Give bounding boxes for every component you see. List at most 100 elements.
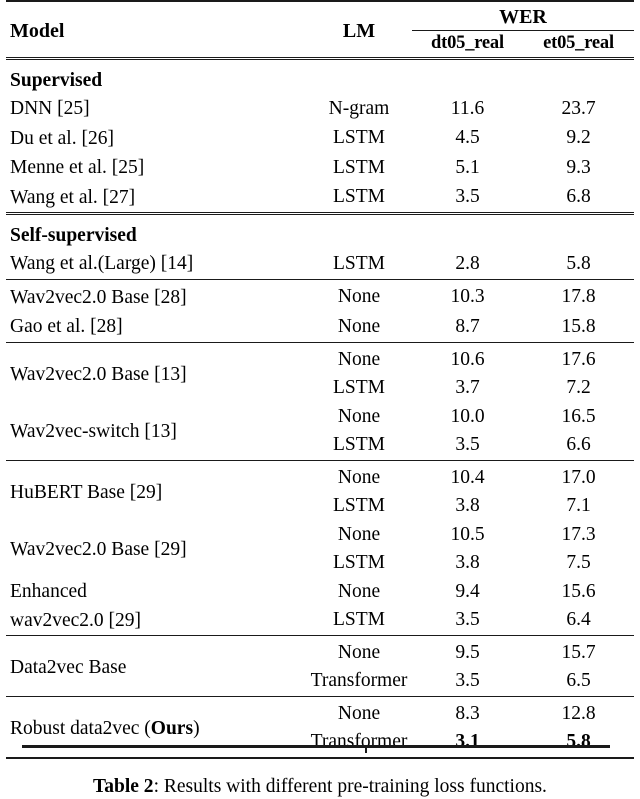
model-name-ours: Ours: [150, 717, 194, 739]
cell-model: Wav2vec-switch [13]: [10, 420, 177, 442]
cell-et05: 7.1: [566, 495, 591, 517]
cell-et05: 17.0: [561, 466, 596, 488]
cell-dt05: 10.4: [450, 466, 485, 488]
cell-model: Wav2vec2.0 Base [13]: [10, 363, 187, 385]
section-label: Self-supervised: [10, 224, 137, 246]
cell-dt05: 9.4: [455, 580, 480, 602]
results-table: Model LM WER dt05_real et05_real Supervi…: [6, 0, 634, 761]
cell-model: Menne et al. [25]: [10, 157, 145, 179]
cell-lm: None: [337, 315, 381, 337]
cell-et05: 15.6: [561, 580, 596, 602]
cell-lm: LSTM: [332, 377, 385, 399]
table-row: Menne et al. [25] LSTM 5.1 9.3: [6, 153, 634, 183]
table-row: Enhanced None 9.4 15.6: [6, 578, 634, 607]
next-table-partial-rule: [22, 745, 610, 753]
cell-dt05: 11.6: [450, 97, 485, 119]
cell-et05: 6.8: [566, 186, 591, 208]
cell-lm: LSTM: [332, 552, 385, 574]
cell-dt05: 8.3: [455, 702, 480, 724]
column-header-model: Model: [10, 20, 65, 42]
cell-dt05: 3.5: [455, 670, 480, 692]
next-table-column-divider: [365, 747, 367, 753]
cell-et05: 17.8: [561, 286, 596, 308]
table-row: Wang et al.(Large) [14] LSTM 2.8 5.8: [6, 249, 634, 279]
cell-model: Du et al. [26]: [10, 127, 114, 149]
cell-lm: Transformer: [310, 670, 408, 692]
cell-et05: 17.6: [561, 348, 596, 370]
cell-lm: N-gram: [328, 97, 390, 119]
cell-model: Wang et al. [27]: [10, 186, 136, 208]
cell-dt05: 2.8: [455, 252, 480, 274]
cell-et05: 15.8: [561, 315, 596, 337]
cell-et05: 6.6: [566, 434, 591, 456]
cell-dt05: 4.5: [455, 127, 480, 149]
cell-dt05: 3.5: [455, 186, 480, 208]
cell-et05: 5.8: [566, 252, 591, 274]
cell-et05: 9.2: [566, 127, 591, 149]
caption-label: Table 2: [93, 775, 154, 797]
table-row: Wang et al. [27] LSTM 3.5 6.8: [6, 183, 634, 214]
cell-dt05: 8.7: [455, 315, 480, 337]
table-row: Wav2vec2.0 Base [28] None 10.3 17.8: [6, 283, 634, 313]
cell-et05: 16.5: [561, 405, 596, 427]
cell-model-ours: Robust data2vec (Ours): [6, 700, 306, 758]
cell-et05: 23.7: [561, 97, 596, 119]
cell-et05: 7.5: [566, 552, 591, 574]
section-header-supervised: Supervised: [6, 65, 634, 94]
table-caption: Table 2: Results with different pre-trai…: [0, 775, 640, 799]
cell-lm: None: [337, 523, 381, 545]
cell-model: Enhanced: [10, 581, 87, 603]
column-header-lm: LM: [342, 20, 376, 42]
model-name-prefix: Robust data2vec (: [10, 717, 151, 739]
table-row: Wav2vec2.0 Base [13] None 10.6 17.6: [6, 346, 634, 385]
cell-lm: LSTM: [332, 495, 385, 517]
cell-model: Wav2vec2.0 Base [29]: [10, 538, 187, 560]
table-row: Data2vec Base None 9.5 15.7: [6, 639, 634, 678]
column-header-et05-real: et05_real: [543, 33, 614, 53]
cell-model: Wav2vec2.0 Base [28]: [10, 286, 187, 308]
next-table-top-rule: [22, 745, 610, 748]
cell-lm: LSTM: [332, 252, 385, 274]
cell-lm: None: [337, 580, 381, 602]
section-label: Supervised: [10, 69, 103, 91]
cell-lm: Transformer: [310, 731, 408, 753]
cell-et05: 15.7: [561, 641, 596, 663]
cell-lm: LSTM: [332, 156, 385, 178]
document-page: Model LM WER dt05_real et05_real Supervi…: [0, 0, 640, 797]
cell-dt05: 10.0: [450, 405, 485, 427]
cell-dt05: 3.8: [455, 495, 480, 517]
cell-lm: None: [337, 286, 381, 308]
table-bottom-rule: [6, 756, 634, 761]
header-row-group: Model LM WER: [6, 6, 634, 42]
cell-et05: 6.4: [566, 609, 591, 631]
cell-dt05: 3.5: [455, 609, 480, 631]
cell-lm: LSTM: [332, 127, 385, 149]
model-name-suffix: ): [193, 717, 200, 739]
cell-dt05: 10.6: [450, 348, 485, 370]
cell-lm: None: [337, 702, 381, 724]
cell-et05: 17.3: [561, 523, 596, 545]
table-row: Robust data2vec (Ours) None 8.3 12.8: [6, 700, 634, 739]
cell-lm: None: [337, 641, 381, 663]
cell-lm: None: [337, 348, 381, 370]
cell-model: wav2vec2.0 [29]: [10, 609, 142, 631]
cell-et05: 9.3: [566, 156, 591, 178]
table-row: Gao et al. [28] None 8.7 15.8: [6, 312, 634, 342]
column-header-wer: WER: [412, 6, 634, 31]
cell-model: DNN [25]: [10, 98, 90, 120]
cell-model: HuBERT Base [29]: [10, 481, 163, 503]
cell-dt05: 9.5: [455, 641, 480, 663]
caption-text: : Results with different pre-training lo…: [153, 775, 547, 797]
table-row: DNN [25] N-gram 11.6 23.7: [6, 94, 634, 124]
cell-dt05: 3.7: [455, 377, 480, 399]
cell-dt05: 5.1: [455, 156, 480, 178]
cell-dt05-best: 3.1: [455, 731, 480, 753]
cell-et05: 7.2: [566, 377, 591, 399]
cell-lm: None: [337, 466, 381, 488]
section-header-self-supervised: Self-supervised: [6, 220, 634, 249]
cell-lm: LSTM: [332, 186, 385, 208]
cell-et05-best: 5.8: [566, 731, 591, 753]
column-header-dt05-real: dt05_real: [431, 33, 504, 53]
cell-et05: 12.8: [561, 702, 596, 724]
cell-lm: LSTM: [332, 609, 385, 631]
